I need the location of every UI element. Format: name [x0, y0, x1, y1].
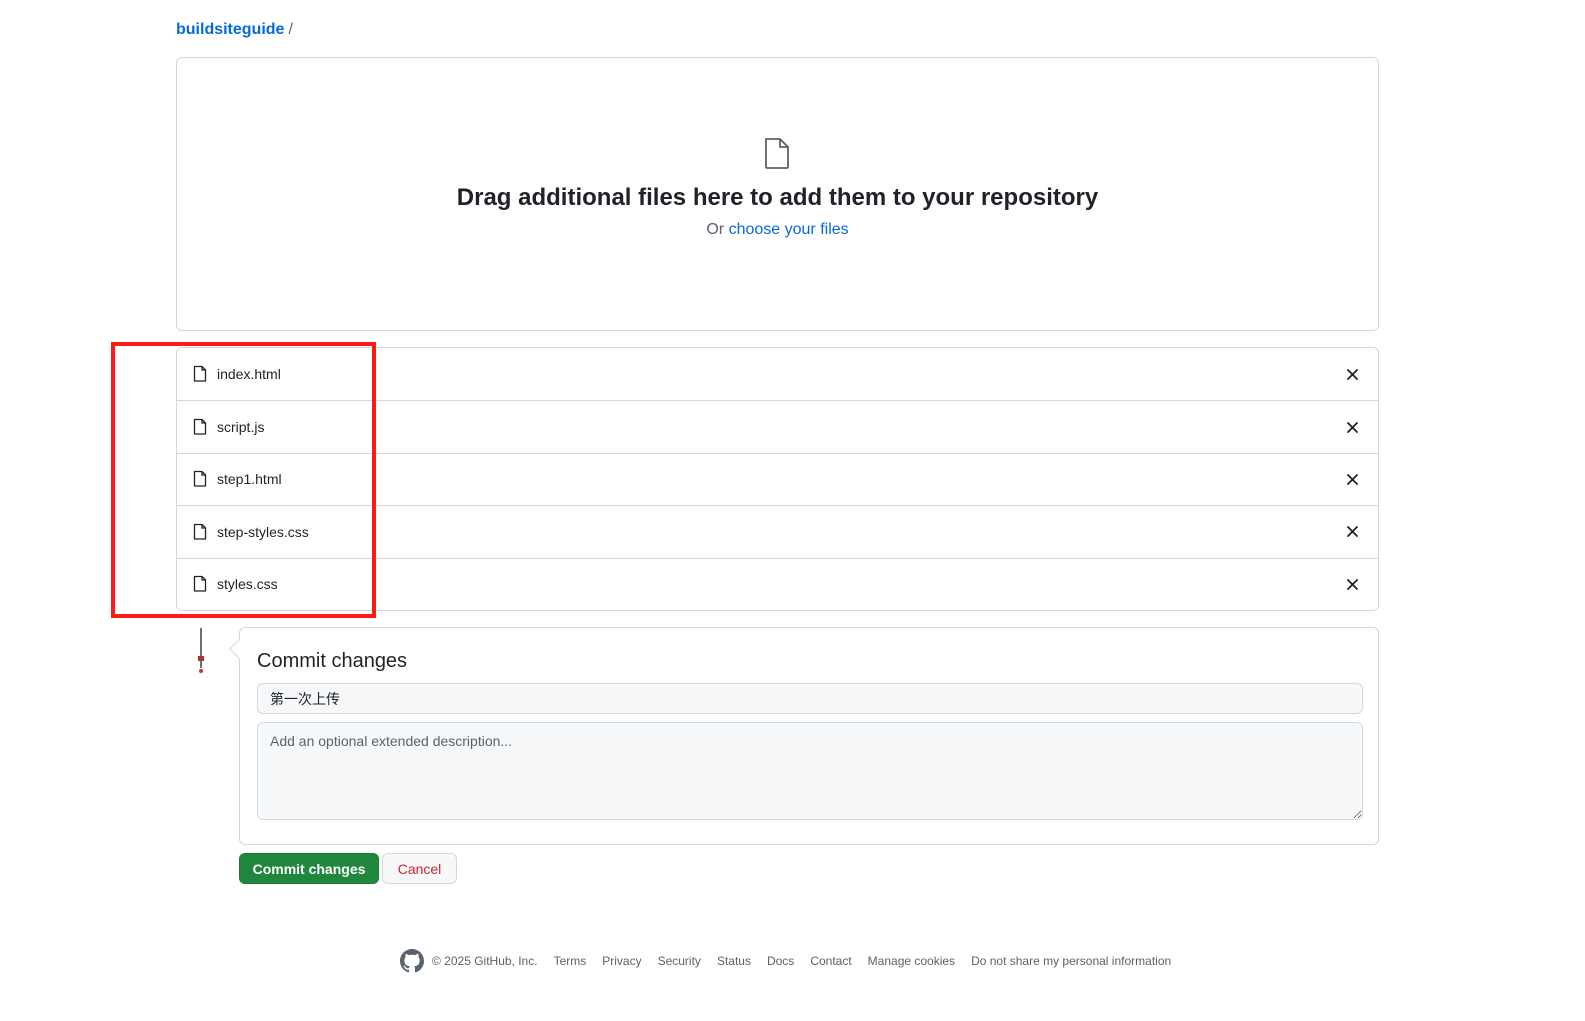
close-icon — [1346, 578, 1358, 590]
footer-link-docs[interactable]: Docs — [767, 954, 794, 968]
footer-link-terms[interactable]: Terms — [554, 954, 587, 968]
file-row: styles.css — [177, 557, 1378, 610]
commit-summary-input[interactable] — [257, 683, 1363, 714]
footer-link-security[interactable]: Security — [658, 954, 701, 968]
close-icon — [1346, 368, 1358, 380]
footer-link-status[interactable]: Status — [717, 954, 751, 968]
close-icon — [1346, 526, 1358, 538]
file-name: step-styles.css — [217, 523, 309, 540]
file-name: styles.css — [217, 576, 278, 593]
dropzone-heading: Drag additional files here to add them t… — [456, 184, 1099, 211]
file-icon — [193, 471, 207, 488]
breadcrumb: buildsiteguide / — [176, 20, 293, 40]
file-name: index.html — [217, 366, 281, 383]
file-icon — [193, 523, 207, 540]
footer-link-do-not-share[interactable]: Do not share my personal information — [971, 954, 1171, 968]
file-dropzone[interactable]: Drag additional files here to add them t… — [176, 57, 1379, 331]
commit-panel: Commit changes — [229, 627, 1379, 845]
commit-changes-button[interactable]: Commit changes — [239, 853, 379, 884]
remove-file-button[interactable] — [1342, 522, 1362, 542]
file-name: script.js — [217, 419, 265, 436]
footer: © 2025 GitHub, Inc. Terms Privacy Securi… — [400, 948, 1187, 974]
remove-file-button[interactable] — [1342, 364, 1362, 384]
commit-heading: Commit changes — [257, 650, 408, 672]
cancel-button[interactable]: Cancel — [382, 853, 457, 884]
choose-files-link[interactable]: choose your files — [729, 221, 849, 238]
file-name: step1.html — [217, 471, 282, 488]
close-icon — [1346, 421, 1358, 433]
file-icon — [193, 366, 207, 382]
close-icon — [1346, 474, 1358, 485]
github-logo-icon[interactable] — [400, 949, 424, 973]
remove-file-button[interactable] — [1342, 469, 1362, 489]
file-row: script.js — [177, 400, 1378, 452]
remove-file-button[interactable] — [1342, 417, 1362, 437]
commit-panel-caret — [229, 639, 249, 659]
file-row: step-styles.css — [177, 505, 1378, 557]
footer-copyright: © 2025 GitHub, Inc. — [432, 954, 538, 968]
commit-description-textarea[interactable] — [257, 722, 1363, 820]
choose-files-line: Or choose your files — [177, 220, 1378, 240]
file-icon — [193, 418, 207, 435]
avatar — [198, 628, 204, 673]
footer-link-manage-cookies[interactable]: Manage cookies — [868, 954, 955, 968]
file-row: index.html — [177, 348, 1378, 400]
footer-link-privacy[interactable]: Privacy — [602, 954, 641, 968]
footer-link-contact[interactable]: Contact — [810, 954, 851, 968]
remove-file-button[interactable] — [1342, 574, 1362, 594]
repo-link[interactable]: buildsiteguide — [176, 21, 284, 38]
breadcrumb-separator: / — [288, 21, 293, 38]
or-text: Or — [706, 221, 725, 238]
uploaded-file-list: index.html script.js step1.html step-sty… — [176, 347, 1379, 611]
file-icon — [765, 138, 789, 169]
file-icon — [193, 576, 207, 592]
file-row: step1.html — [177, 452, 1378, 505]
